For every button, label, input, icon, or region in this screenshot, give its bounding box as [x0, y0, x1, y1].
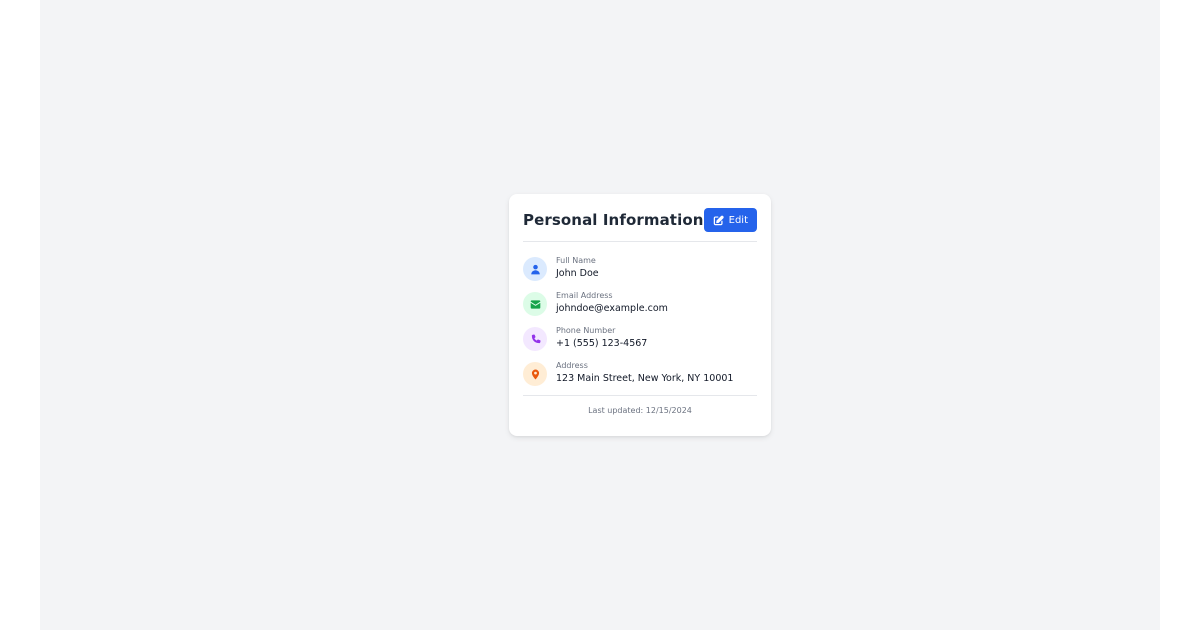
field-value: John Doe: [556, 268, 599, 279]
field-label: Address: [556, 361, 588, 370]
map-pin-icon: [523, 362, 547, 386]
card-header: Personal Information Edit: [523, 208, 757, 232]
envelope-icon: [523, 292, 547, 316]
edit-button[interactable]: Edit: [703, 208, 757, 232]
personal-info-card: Personal Information Edit Full Name John…: [509, 194, 771, 436]
user-icon: [523, 257, 547, 281]
last-updated-text: Last updated: 12/15/2024: [588, 406, 692, 415]
info-list: Full Name John Doe Email Address johndoe…: [523, 242, 757, 397]
info-row-phone: Phone Number +1 (555) 123-4567: [523, 326, 757, 362]
field-value: 123 Main Street, New York, NY 10001: [556, 373, 734, 384]
phone-icon: [523, 327, 547, 351]
field-value: +1 (555) 123-4567: [556, 338, 648, 349]
field-label: Email Address: [556, 291, 613, 300]
field-value: johndoe@example.com: [556, 303, 668, 314]
info-row-email: Email Address johndoe@example.com: [523, 291, 757, 327]
field-label: Phone Number: [556, 326, 616, 335]
info-row-full-name: Full Name John Doe: [523, 256, 757, 292]
info-row-address: Address 123 Main Street, New York, NY 10…: [523, 361, 757, 397]
card-title: Personal Information: [523, 211, 704, 229]
edit-button-label: Edit: [728, 214, 748, 226]
page-background: Personal Information Edit Full Name John…: [40, 0, 1160, 630]
edit-icon: [713, 215, 724, 226]
field-label: Full Name: [556, 256, 596, 265]
